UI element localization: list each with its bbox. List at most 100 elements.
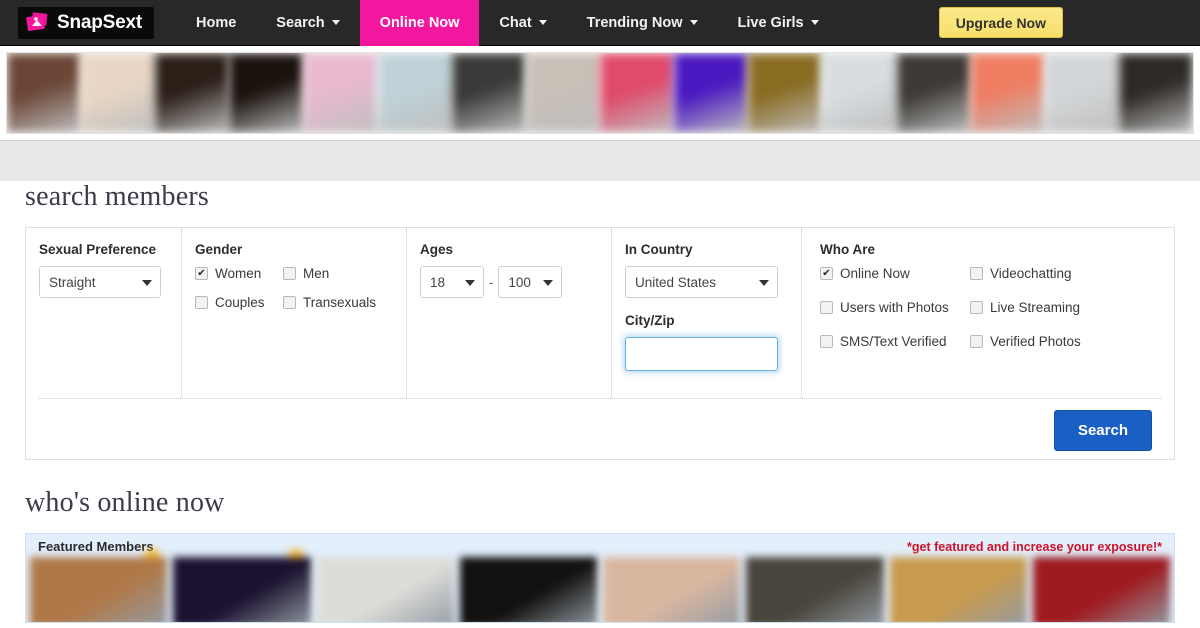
nav-item-live-girls[interactable]: Live Girls xyxy=(718,0,839,46)
checkbox-icon xyxy=(820,335,833,348)
who-are-checkbox-videochatting[interactable]: Videochatting xyxy=(970,266,1130,281)
checkbox-label: SMS/Text Verified xyxy=(840,334,947,349)
featured-member-card-7[interactable] xyxy=(890,557,1027,623)
nav-item-label: Chat xyxy=(499,15,531,31)
gender-checkbox-group: Women Men Couples Transexuals xyxy=(195,266,406,324)
featured-badge-icon xyxy=(145,550,159,558)
upgrade-now-label: Upgrade Now xyxy=(956,15,1046,31)
thumbnail-15[interactable] xyxy=(1045,53,1119,133)
who-are-checkbox-online-now[interactable]: Online Now xyxy=(820,266,970,281)
featured-members-header: Featured Members *get featured and incre… xyxy=(26,534,1174,557)
checkbox-label: Women xyxy=(215,266,261,281)
checkbox-icon xyxy=(970,267,983,280)
photo-camera-icon xyxy=(26,12,50,34)
page-content: search members Sexual Preference Straigh… xyxy=(0,181,1200,628)
who-are-checkbox-verified-photos[interactable]: Verified Photos xyxy=(970,334,1130,349)
thumbnail-14[interactable] xyxy=(971,53,1045,133)
featured-member-card-6[interactable] xyxy=(746,557,883,623)
checkbox-label: Online Now xyxy=(840,266,910,281)
checkbox-label: Transexuals xyxy=(303,295,376,310)
gender-label: Gender xyxy=(195,242,406,257)
thumbnail-4[interactable] xyxy=(229,53,303,133)
nav-item-label: Online Now xyxy=(380,15,460,31)
checkbox-label: Couples xyxy=(215,295,265,310)
checkbox-label: Live Streaming xyxy=(990,300,1080,315)
sexual-preference-select-wrap: StraightGayBisexual xyxy=(39,266,161,298)
age-min-select[interactable]: 18212530 xyxy=(420,266,484,298)
thumbnail-12[interactable] xyxy=(822,53,896,133)
search-button[interactable]: Search xyxy=(1054,410,1152,451)
nav-item-online-now[interactable]: Online Now xyxy=(360,0,480,46)
thumbnail-list xyxy=(6,52,1194,134)
country-select[interactable]: United StatesCanadaUnited KingdomAustral… xyxy=(625,266,778,298)
thumbnail-5[interactable] xyxy=(304,53,378,133)
thumbnail-3[interactable] xyxy=(155,53,229,133)
who-are-checkbox-group: Online Now Videochatting Users with Photos… xyxy=(820,266,1174,368)
nav-item-trending-now[interactable]: Trending Now xyxy=(567,0,718,46)
thumbnail-11[interactable] xyxy=(748,53,822,133)
nav-item-chat[interactable]: Chat xyxy=(479,0,566,46)
featured-member-card-4[interactable] xyxy=(460,557,597,623)
nav-menu: Home Search Online Now Chat Trending Now… xyxy=(176,0,839,46)
checkbox-icon xyxy=(970,335,983,348)
featured-member-card-5[interactable] xyxy=(603,557,740,623)
featured-member-card-3[interactable] xyxy=(317,557,454,623)
gender-checkbox-men[interactable]: Men xyxy=(283,266,363,281)
thumbnail-13[interactable] xyxy=(897,53,971,133)
age-min-select-wrap: 18212530 xyxy=(420,266,484,298)
thumbnail-8[interactable] xyxy=(526,53,600,133)
thumbnail-2[interactable] xyxy=(81,53,155,133)
featured-members-title: Featured Members xyxy=(38,539,154,554)
search-panel-footer: Search xyxy=(26,399,1174,461)
column-sexual-preference: Sexual Preference StraightGayBisexual xyxy=(26,228,181,398)
age-max-select[interactable]: 100604530 xyxy=(498,266,562,298)
column-gender: Gender Women Men Couples Transexuals xyxy=(181,228,406,398)
thumbnail-7[interactable] xyxy=(452,53,526,133)
nav-item-home[interactable]: Home xyxy=(176,0,256,46)
get-featured-note: *get featured and increase your exposure… xyxy=(907,540,1162,554)
ages-separator: - xyxy=(489,275,493,290)
sexual-preference-label: Sexual Preference xyxy=(39,242,181,257)
nav-item-label: Search xyxy=(276,15,324,31)
featured-member-card-8[interactable] xyxy=(1033,557,1170,623)
who-are-checkbox-users-with-photos[interactable]: Users with Photos xyxy=(820,300,970,315)
checkbox-icon xyxy=(970,301,983,314)
checkbox-icon xyxy=(820,267,833,280)
whos-online-now-heading: who's online now xyxy=(25,487,1175,519)
checkbox-icon xyxy=(195,296,208,309)
who-are-checkbox-sms-text-verified[interactable]: SMS/Text Verified xyxy=(820,334,970,349)
featured-member-card-1[interactable] xyxy=(30,557,167,623)
checkbox-icon xyxy=(195,267,208,280)
gender-checkbox-women[interactable]: Women xyxy=(195,266,283,281)
gender-checkbox-couples[interactable]: Couples xyxy=(195,295,283,310)
nav-item-search[interactable]: Search xyxy=(256,0,359,46)
chevron-down-icon xyxy=(332,20,340,25)
nav-item-label: Trending Now xyxy=(587,15,683,31)
in-country-label: In Country xyxy=(625,242,801,257)
chevron-down-icon xyxy=(690,20,698,25)
search-members-heading: search members xyxy=(25,181,1175,213)
checkbox-label: Men xyxy=(303,266,329,281)
member-thumbnail-strip xyxy=(0,46,1200,141)
checkbox-label: Verified Photos xyxy=(990,334,1081,349)
search-members-panel: Sexual Preference StraightGayBisexual Ge… xyxy=(25,227,1175,460)
thumbnail-6[interactable] xyxy=(378,53,452,133)
gender-checkbox-transexuals[interactable]: Transexuals xyxy=(283,295,376,310)
sexual-preference-select[interactable]: StraightGayBisexual xyxy=(39,266,161,298)
featured-members-list xyxy=(26,557,1174,623)
column-ages: Ages 18212530 - 100604530 xyxy=(406,228,611,398)
nav-item-label: Home xyxy=(196,15,236,31)
thumbnail-9[interactable] xyxy=(600,53,674,133)
checkbox-icon xyxy=(283,267,296,280)
who-are-checkbox-live-streaming[interactable]: Live Streaming xyxy=(970,300,1130,315)
ages-range-row: 18212530 - 100604530 xyxy=(420,266,611,298)
thumbnail-16[interactable] xyxy=(1119,53,1193,133)
upgrade-now-button[interactable]: Upgrade Now xyxy=(939,7,1063,38)
city-zip-input[interactable] xyxy=(625,337,778,371)
thumbnail-1[interactable] xyxy=(7,53,81,133)
thumbnail-10[interactable] xyxy=(674,53,748,133)
site-logo[interactable]: SnapSext xyxy=(18,7,154,39)
featured-member-card-2[interactable] xyxy=(173,557,310,623)
ages-label: Ages xyxy=(420,242,611,257)
country-select-wrap: United StatesCanadaUnited KingdomAustral… xyxy=(625,266,778,298)
